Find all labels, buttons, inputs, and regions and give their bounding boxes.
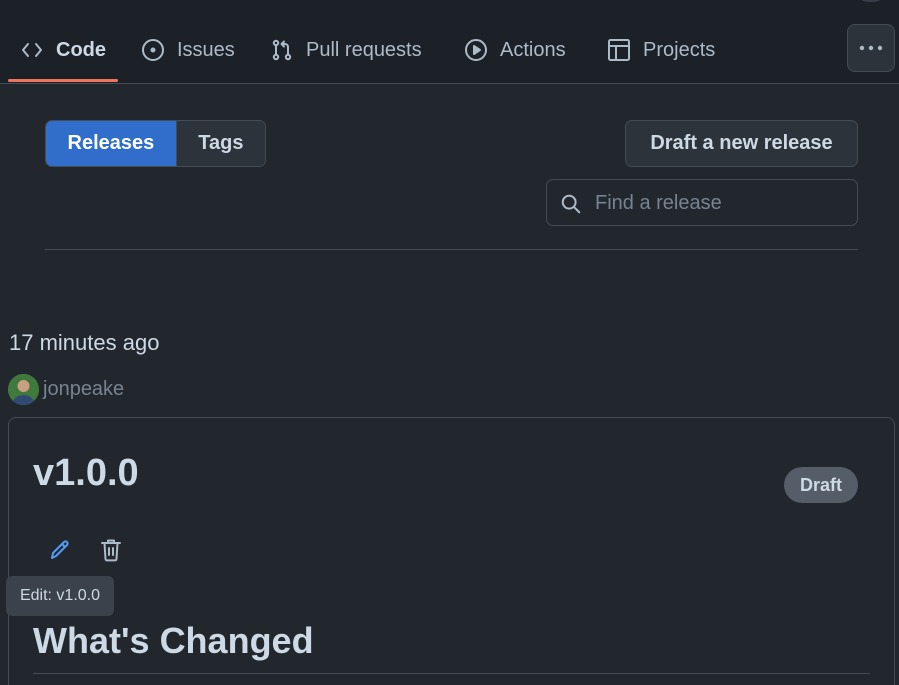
delete-release-button[interactable] — [95, 534, 127, 566]
release-version[interactable]: v1.0.0 — [33, 452, 139, 495]
edit-release-button[interactable] — [44, 534, 76, 566]
avatar[interactable] — [8, 373, 39, 405]
release-notes-heading: What's Changed — [33, 620, 314, 661]
code-icon — [22, 43, 42, 57]
tab-pull-requests[interactable]: Pull requests — [270, 30, 422, 70]
tab-issues-label: Issues — [177, 38, 235, 61]
tab-actions[interactable]: Actions — [464, 30, 566, 70]
release-time[interactable]: 17 minutes ago — [9, 330, 159, 356]
author-name[interactable]: jonpeake — [43, 378, 124, 401]
repo-nav: Code Issues Pull requests Actions Projec… — [0, 0, 899, 84]
tab-code-label: Code — [56, 38, 106, 61]
tab-projects-label: Projects — [643, 38, 716, 61]
draft-badge: Draft — [784, 467, 858, 503]
tab-issues[interactable]: Issues — [141, 30, 235, 70]
tab-actions-label: Actions — [500, 38, 566, 61]
segment-tags[interactable]: Tags — [175, 121, 265, 166]
search-icon — [561, 194, 581, 214]
kebab-horizontal-icon — [859, 45, 883, 51]
tab-pull-requests-label: Pull requests — [306, 38, 422, 61]
table-icon — [608, 39, 630, 61]
heading-divider — [33, 673, 870, 674]
git-pull-request-icon — [272, 39, 292, 61]
user-avatar[interactable] — [856, 0, 886, 2]
segment-releases[interactable]: Releases — [46, 121, 176, 166]
search-input[interactable] — [595, 188, 845, 218]
divider — [45, 249, 858, 250]
play-icon — [465, 39, 487, 61]
tab-projects[interactable]: Projects — [607, 30, 715, 70]
edit-tooltip: Edit: v1.0.0 — [6, 576, 114, 616]
draft-new-release-button[interactable]: Draft a new release — [625, 120, 858, 167]
release-search — [546, 179, 858, 226]
selected-tab-indicator — [8, 79, 118, 82]
trash-icon — [101, 539, 121, 562]
more-button[interactable] — [847, 24, 895, 72]
releases-tags-switch: Releases Tags — [45, 120, 266, 167]
pencil-icon — [51, 540, 69, 559]
release-author[interactable]: jonpeake — [8, 373, 124, 405]
issue-opened-icon — [142, 39, 164, 61]
tab-code[interactable]: Code — [20, 30, 106, 70]
